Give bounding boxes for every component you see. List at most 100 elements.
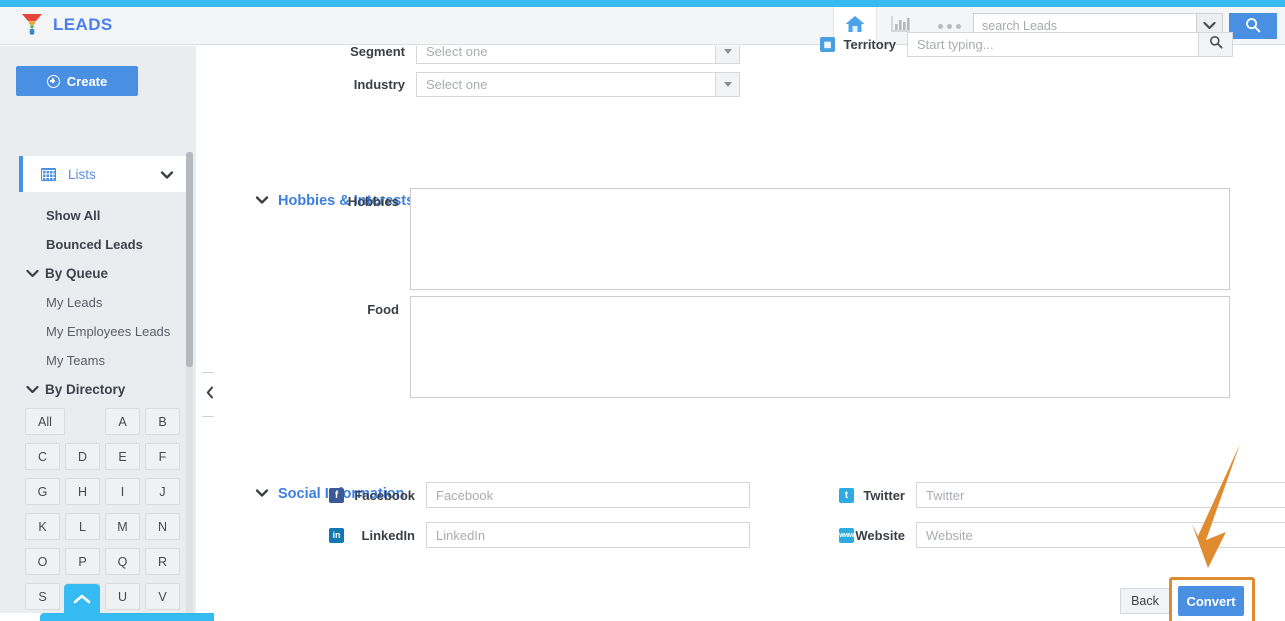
alpha-button-l[interactable]: L bbox=[65, 513, 100, 540]
field-row-hobbies: Hobbies bbox=[334, 194, 410, 209]
alpha-button-b[interactable]: B bbox=[145, 408, 180, 435]
field-row-linkedin: in LinkedIn bbox=[329, 522, 750, 548]
sidebar-item-label: Show All bbox=[46, 208, 100, 223]
sidebar-item-label: Bounced Leads bbox=[46, 237, 143, 252]
sidebar-item-my-leads[interactable]: My Leads bbox=[0, 288, 188, 317]
sidebar-group-by-queue[interactable]: By Queue bbox=[0, 259, 188, 288]
field-row-twitter: t Twitter bbox=[839, 482, 1285, 508]
website-input[interactable] bbox=[916, 522, 1285, 548]
alpha-button-s[interactable]: S bbox=[25, 583, 60, 610]
create-button-label: Create bbox=[67, 74, 107, 89]
territory-search-button[interactable] bbox=[1199, 32, 1233, 57]
food-label: Food bbox=[334, 302, 410, 317]
alpha-button-all[interactable]: All bbox=[25, 408, 65, 435]
sidebar-item-show-all[interactable]: Show All bbox=[0, 201, 188, 230]
segment-placeholder: Select one bbox=[417, 46, 487, 59]
website-label: Website bbox=[854, 528, 916, 543]
sidebar-item-label: My Employees Leads bbox=[46, 324, 170, 339]
alpha-button-o[interactable]: O bbox=[25, 548, 60, 575]
twitter-input[interactable] bbox=[916, 482, 1285, 508]
facebook-input[interactable] bbox=[426, 482, 750, 508]
field-row-website: www Website bbox=[839, 522, 1285, 548]
alpha-button-u[interactable]: U bbox=[105, 583, 140, 610]
hobbies-textarea[interactable] bbox=[410, 188, 1230, 290]
segment-select[interactable]: Select one bbox=[416, 46, 740, 64]
lead-form-content: Segment Select one Industry Select one H… bbox=[214, 46, 1285, 621]
alpha-button-d[interactable]: D bbox=[65, 443, 100, 470]
industry-placeholder: Select one bbox=[417, 77, 487, 92]
magnifier-icon bbox=[1209, 35, 1223, 54]
alpha-button-k[interactable]: K bbox=[25, 513, 60, 540]
sidebar-group-by-directory[interactable]: By Directory bbox=[0, 375, 188, 404]
sidebar-group-label: By Queue bbox=[45, 266, 108, 281]
territory-input[interactable] bbox=[907, 32, 1199, 57]
chevron-up-icon bbox=[72, 592, 92, 610]
alpha-button-c[interactable]: C bbox=[25, 443, 60, 470]
grid-icon bbox=[41, 168, 56, 181]
hobbies-label: Hobbies bbox=[334, 194, 410, 209]
field-row-food: Food bbox=[334, 302, 410, 317]
alpha-button-r[interactable]: R bbox=[145, 548, 180, 575]
territory-icon: ▦ bbox=[820, 37, 835, 52]
field-row-facebook: f Facebook bbox=[329, 482, 750, 508]
sidebar-scrollbar-thumb[interactable] bbox=[186, 152, 193, 367]
alpha-button-v[interactable]: V bbox=[145, 583, 180, 610]
funnel-icon bbox=[20, 11, 44, 39]
chevron-down-icon[interactable] bbox=[715, 46, 739, 63]
linkedin-input[interactable] bbox=[426, 522, 750, 548]
sidebar-item-label: My Leads bbox=[46, 295, 102, 310]
alpha-button-p[interactable]: P bbox=[65, 548, 100, 575]
facebook-label: Facebook bbox=[344, 488, 426, 503]
convert-button[interactable]: Convert bbox=[1178, 586, 1244, 616]
linkedin-label: LinkedIn bbox=[344, 528, 426, 543]
sidebar-item-my-employees-leads[interactable]: My Employees Leads bbox=[0, 317, 188, 346]
brand: LEADS bbox=[20, 11, 113, 39]
alpha-button-i[interactable]: I bbox=[105, 478, 140, 505]
industry-label: Industry bbox=[334, 77, 416, 92]
website-icon: www bbox=[839, 528, 854, 543]
sidebar-nav: Show All Bounced Leads By Queue My Leads… bbox=[0, 201, 188, 404]
directory-alphabet-grid: All A B C D E F G H I J K L M N O P Q R … bbox=[25, 408, 185, 610]
chevron-left-icon bbox=[206, 386, 214, 404]
chevron-down-icon bbox=[26, 382, 39, 397]
linkedin-icon: in bbox=[329, 528, 344, 543]
territory-label: Territory bbox=[835, 37, 907, 52]
alpha-button-e[interactable]: E bbox=[105, 443, 140, 470]
back-button[interactable]: Back bbox=[1120, 588, 1170, 614]
field-row-territory: ▦ Territory bbox=[820, 32, 1233, 57]
chevron-down-icon bbox=[255, 485, 269, 503]
sidebar-scrollbar[interactable] bbox=[186, 152, 193, 621]
magnifier-icon bbox=[1245, 17, 1261, 36]
sidebar-group-label: By Directory bbox=[45, 382, 125, 397]
alpha-button-g[interactable]: G bbox=[25, 478, 60, 505]
ellipsis-icon bbox=[938, 24, 961, 29]
plus-circle-icon bbox=[47, 75, 60, 88]
alpha-button-n[interactable]: N bbox=[145, 513, 180, 540]
twitter-label: Twitter bbox=[854, 488, 916, 503]
alpha-button-j[interactable]: J bbox=[145, 478, 180, 505]
chevron-down-icon bbox=[255, 192, 269, 210]
sidebar-item-bounced-leads[interactable]: Bounced Leads bbox=[0, 230, 188, 259]
sidebar-item-my-teams[interactable]: My Teams bbox=[0, 346, 188, 375]
alpha-button-q[interactable]: Q bbox=[105, 548, 140, 575]
sidebar: Create Lists Show All Bounced Leads By Q… bbox=[0, 46, 196, 613]
alpha-button-h[interactable]: H bbox=[65, 478, 100, 505]
app-root: L EAD S bbox=[0, 0, 1285, 621]
food-textarea[interactable] bbox=[410, 296, 1230, 398]
segment-label: Segment bbox=[334, 46, 416, 59]
industry-select[interactable]: Select one bbox=[416, 72, 740, 97]
alpha-button-a[interactable]: A bbox=[105, 408, 140, 435]
sidebar-item-label: My Teams bbox=[46, 353, 105, 368]
chevron-down-icon[interactable] bbox=[715, 73, 739, 96]
field-row-industry: Industry Select one bbox=[334, 72, 740, 97]
twitter-icon: t bbox=[839, 488, 854, 503]
sidebar-item-lists[interactable]: Lists bbox=[19, 156, 186, 192]
sidebar-item-lists-label: Lists bbox=[68, 167, 96, 182]
brand-title: LEADS bbox=[53, 15, 113, 35]
chevron-down-icon bbox=[160, 167, 174, 185]
create-button[interactable]: Create bbox=[16, 66, 138, 96]
search-submit-button[interactable] bbox=[1229, 13, 1277, 39]
facebook-icon: f bbox=[329, 488, 344, 503]
alpha-button-m[interactable]: M bbox=[105, 513, 140, 540]
alpha-button-f[interactable]: F bbox=[145, 443, 180, 470]
